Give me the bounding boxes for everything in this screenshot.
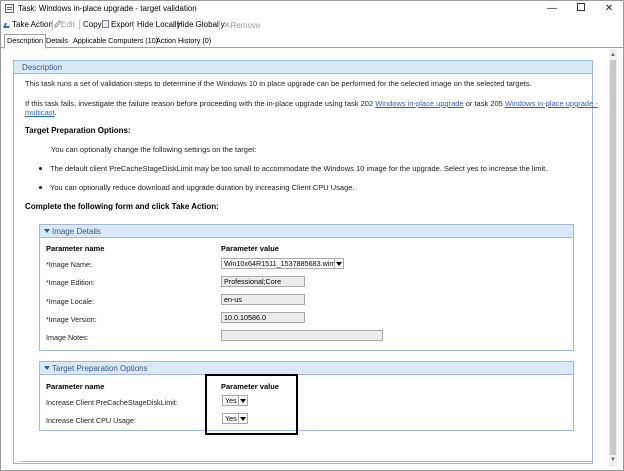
tab-details[interactable]: Details	[44, 35, 70, 48]
scroll-down-icon[interactable]: ▼	[610, 457, 616, 463]
export-button[interactable]: Export	[102, 20, 134, 29]
take-action-icon	[3, 23, 11, 28]
copy-button[interactable]: Copy	[83, 20, 102, 29]
highlight-rectangle	[205, 374, 298, 435]
scroll-up-icon[interactable]: ▲	[610, 52, 616, 58]
target-prep-title: Target Preparation Options:	[25, 126, 131, 135]
toolbar-separator	[133, 20, 134, 30]
toolbar-separator	[79, 20, 80, 30]
image-version-field[interactable]: 10.0.10586.0	[221, 312, 305, 323]
image-locale-field[interactable]: en-us	[221, 294, 305, 305]
take-action-button[interactable]: Take Action	[3, 20, 53, 29]
image-name-label: *Image Name:	[46, 260, 92, 269]
maximize-icon	[577, 3, 585, 12]
tab-description[interactable]: Description	[4, 34, 46, 49]
collapse-caret-icon	[44, 229, 50, 233]
image-notes-label: Image Notes:	[46, 333, 89, 342]
hide-locally-label: Hide Locally	[137, 20, 181, 29]
tab-applicable-computers[interactable]: Applicable Computers (10)	[71, 35, 160, 48]
bullet-1-text: The default client PreCacheStageDiskLimi…	[50, 164, 548, 173]
image-locale-label: *Image Locale:	[46, 297, 94, 306]
task-window-icon	[5, 4, 14, 13]
collapse-caret-icon	[44, 366, 50, 370]
remove-x-icon: ✕	[223, 20, 231, 30]
fail-text-part-1: If this task fails, investigate the fail…	[25, 99, 376, 108]
image-details-header[interactable]: Image Details	[40, 225, 573, 238]
export-label: Export	[111, 20, 135, 29]
image-details-title: Image Details	[52, 227, 101, 236]
image-notes-field[interactable]	[221, 330, 383, 341]
window-title: Task: Windows in-place upgrade - target …	[18, 4, 197, 13]
target-options-title: Target Preparation Options	[52, 364, 148, 373]
link-windows-in-place-upgrade[interactable]: Windows in-place upgrade	[375, 99, 463, 108]
description-header-label: Description	[22, 63, 63, 72]
scrollbar-thumb[interactable]	[610, 60, 616, 455]
cpu-usage-label: Increase Client CPU Usage:	[46, 416, 136, 425]
bullet-icon	[39, 186, 42, 189]
intro-text: This task runs a set of validation steps…	[25, 79, 532, 88]
export-icon	[102, 20, 109, 28]
copy-label: Copy	[83, 20, 102, 29]
fail-text-part-2: or task 205	[463, 99, 505, 108]
image-edition-label: *Image Edition:	[46, 278, 95, 287]
fail-text-line-2: multicast.	[25, 108, 57, 117]
edit-button[interactable]: Edit	[53, 20, 75, 29]
optional-text: You can optionally change the following …	[51, 145, 257, 154]
link-multicast-continued[interactable]: multicast	[25, 108, 55, 117]
hide-globally-label: Hide Globally	[177, 20, 225, 29]
image-name-select[interactable]: Win10x64R1511_1537885683.wim	[221, 258, 344, 269]
edit-label: Edit	[61, 20, 75, 29]
description-header: Description	[14, 61, 592, 74]
hide-locally-button[interactable]: Hide Locally	[137, 20, 181, 29]
toolbar: Take Action Edit Copy Export Hide Locall…	[1, 17, 623, 33]
hide-globally-button[interactable]: Hide Globally	[177, 20, 225, 29]
minimize-button[interactable]: —	[538, 1, 566, 17]
tab-action-history[interactable]: Action History (0)	[154, 35, 213, 48]
image-details-col-name: Parameter name	[46, 244, 105, 253]
close-button[interactable]: ✕	[595, 1, 623, 17]
image-edition-field[interactable]: Professional;Core	[221, 276, 305, 287]
target-options-header[interactable]: Target Preparation Options	[40, 362, 573, 375]
chevron-down-icon	[334, 259, 343, 268]
bullet-2-text: You can optionally reduce download and u…	[50, 183, 355, 192]
fail-text: If this task fails, investigate the fail…	[25, 99, 598, 108]
precache-limit-label: Increase Client PreCacheStageDiskLimit:	[46, 398, 178, 407]
take-action-label: Take Action	[12, 20, 53, 29]
toolbar-separator	[219, 20, 220, 30]
remove-button[interactable]: ✕Remove	[223, 20, 260, 31]
remove-label: Remove	[230, 21, 261, 30]
fail-text-part-3: .	[54, 108, 57, 117]
complete-form-text: Complete the following form and click Ta…	[25, 202, 219, 211]
image-name-value: Win10x64R1511_1537885683.wim	[224, 259, 336, 268]
bullet-icon	[39, 167, 42, 170]
maximize-button[interactable]	[567, 1, 595, 17]
title-bar: Task: Windows in-place upgrade - target …	[1, 1, 623, 17]
target-options-col-name: Parameter name	[46, 382, 105, 391]
section-divider	[20, 461, 593, 462]
link-windows-in-place-upgrade-multicast[interactable]: Windows in-place upgrade -	[505, 99, 598, 108]
image-details-col-value: Parameter value	[221, 244, 279, 253]
image-version-label: *Image Version:	[46, 315, 97, 324]
tab-bar: Description Details Applicable Computers…	[1, 34, 623, 49]
